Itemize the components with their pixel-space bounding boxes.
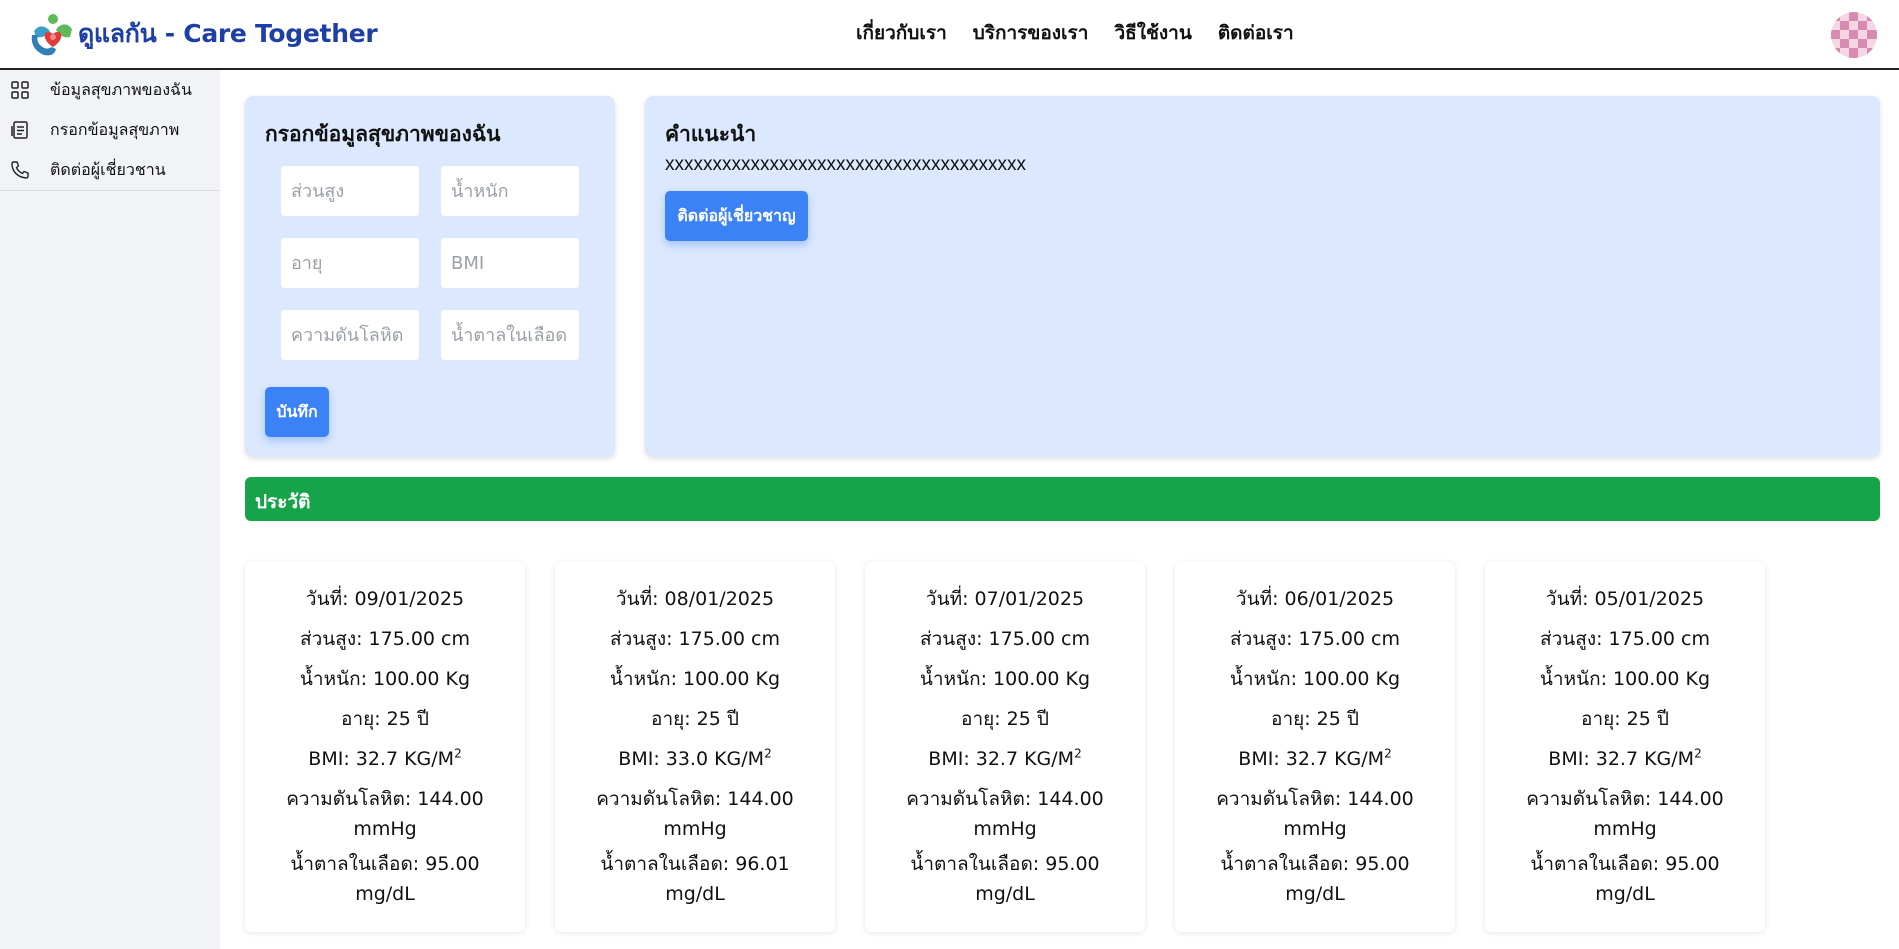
record-blood-pressure: ความดันโลหิต: 144.00 mmHg: [1216, 788, 1414, 840]
record-bmi: BMI: 32.7 KG/M2: [245, 744, 525, 774]
save-button[interactable]: บันทึก: [265, 387, 329, 437]
history-record-card: วันที่: 07/01/2025 ส่วนสูง: 175.00 cm น้…: [865, 562, 1145, 932]
advice-title: คำแนะนำ: [665, 122, 757, 146]
record-height: ส่วนสูง: 175.00 cm: [609, 628, 781, 650]
sidebar-item-label: กรอกข้อมูลสุขภาพ: [50, 119, 180, 139]
bmi-exponent: 2: [1384, 746, 1392, 761]
record-blood-sugar: น้ำตาลในเลือด: 96.01 mg/dL: [600, 853, 790, 905]
sidebar: ข้อมูลสุขภาพของฉัน กรอกข้อมูลสุขภาพ ติดต…: [0, 70, 220, 949]
nav-services[interactable]: บริการของเรา: [973, 18, 1089, 48]
record-blood-sugar: น้ำตาลในเลือด: 95.00 mg/dL: [910, 853, 1100, 905]
history-title: ประวัติ: [255, 491, 311, 513]
record-weight: น้ำหนัก: 100.00 Kg: [1229, 668, 1401, 690]
record-bmi-value: BMI: 32.7 KG/M: [1548, 748, 1695, 770]
history-record-card: วันที่: 05/01/2025 ส่วนสูง: 175.00 cm น้…: [1485, 562, 1765, 932]
record-weight: น้ำหนัก: 100.00 Kg: [919, 668, 1091, 690]
history-record-card: วันที่: 08/01/2025 ส่วนสูง: 175.00 cm น้…: [555, 562, 835, 932]
nav-about[interactable]: เกี่ยวกับเรา: [856, 18, 947, 48]
form-icon: [11, 121, 28, 139]
record-age: อายุ: 25 ปี: [961, 708, 1049, 730]
record-bmi: BMI: 32.7 KG/M2: [865, 744, 1145, 774]
history-record-card: วันที่: 09/01/2025 ส่วนสูง: 175.00 cm น้…: [245, 562, 525, 932]
record-weight: น้ำหนัก: 100.00 Kg: [1539, 668, 1711, 690]
grid-icon: [11, 81, 29, 99]
record-date: วันที่: 05/01/2025: [1545, 588, 1705, 610]
weight-input[interactable]: [441, 166, 579, 216]
sidebar-item-label: ข้อมูลสุขภาพของฉัน: [50, 79, 192, 99]
record-height: ส่วนสูง: 175.00 cm: [919, 628, 1091, 650]
height-input[interactable]: [281, 166, 419, 216]
avatar[interactable]: [1831, 12, 1877, 58]
brand[interactable]: ดูแลกัน - Care Together: [26, 8, 378, 60]
main-nav: เกี่ยวกับเรา บริการของเรา วิธีใช้งาน ติด…: [856, 18, 1294, 48]
bmi-exponent: 2: [1074, 746, 1082, 761]
record-bmi-value: BMI: 32.7 KG/M: [928, 748, 1075, 770]
record-age: อายุ: 25 ปี: [651, 708, 739, 730]
record-blood-pressure: ความดันโลหิต: 144.00 mmHg: [906, 788, 1104, 840]
contact-expert-button[interactable]: ติดต่อผู้เชี่ยวชาญ: [665, 191, 808, 241]
record-blood-sugar: น้ำตาลในเลือด: 95.00 mg/dL: [1220, 853, 1410, 905]
sidebar-item-label: ติดต่อผู้เชี่ยวชาน: [50, 159, 166, 179]
record-bmi: BMI: 32.7 KG/M2: [1485, 744, 1765, 774]
health-form-card: กรอกข้อมูลสุขภาพของฉัน บันทึก: [245, 96, 615, 457]
care-together-logo-icon: [31, 14, 72, 56]
record-height: ส่วนสูง: 175.00 cm: [299, 628, 471, 650]
record-date: วันที่: 08/01/2025: [615, 588, 775, 610]
record-bmi: BMI: 32.7 KG/M2: [1175, 744, 1455, 774]
user-avatar-icon: [1831, 12, 1877, 58]
record-age: อายุ: 25 ปี: [341, 708, 429, 730]
sidebar-list: ข้อมูลสุขภาพของฉัน กรอกข้อมูลสุขภาพ ติดต…: [0, 70, 220, 191]
record-date: วันที่: 07/01/2025: [925, 588, 1085, 610]
history-record-card: วันที่: 06/01/2025 ส่วนสูง: 175.00 cm น้…: [1175, 562, 1455, 932]
record-bmi-value: BMI: 32.7 KG/M: [308, 748, 455, 770]
record-weight: น้ำหนัก: 100.00 Kg: [609, 668, 781, 690]
bmi-exponent: 2: [1694, 746, 1702, 761]
record-blood-pressure: ความดันโลหิต: 144.00 mmHg: [286, 788, 484, 840]
bmi-exponent: 2: [764, 746, 772, 761]
blood-pressure-input[interactable]: [281, 310, 419, 360]
sidebar-item-my-health[interactable]: ข้อมูลสุขภาพของฉัน: [0, 70, 220, 110]
advice-card: คำแนะนำ xxxxxxxxxxxxxxxxxxxxxxxxxxxxxxxx…: [645, 96, 1880, 457]
nav-contact[interactable]: ติดต่อเรา: [1218, 18, 1294, 48]
record-date: วันที่: 09/01/2025: [305, 588, 465, 610]
record-blood-sugar: น้ำตาลในเลือด: 95.00 mg/dL: [1530, 853, 1720, 905]
record-bmi-value: BMI: 32.7 KG/M: [1238, 748, 1385, 770]
record-weight: น้ำหนัก: 100.00 Kg: [299, 668, 471, 690]
record-bmi-value: BMI: 33.0 KG/M: [618, 748, 765, 770]
sidebar-item-contact-expert[interactable]: ติดต่อผู้เชี่ยวชาน: [0, 150, 220, 190]
sidebar-item-enter-health[interactable]: กรอกข้อมูลสุขภาพ: [0, 110, 220, 150]
bmi-exponent: 2: [454, 746, 462, 761]
record-height: ส่วนสูง: 175.00 cm: [1539, 628, 1711, 650]
record-age: อายุ: 25 ปี: [1581, 708, 1669, 730]
record-bmi: BMI: 33.0 KG/M2: [555, 744, 835, 774]
phone-icon: [11, 161, 29, 179]
nav-how-to-use[interactable]: วิธีใช้งาน: [1114, 18, 1191, 48]
record-blood-sugar: น้ำตาลในเลือด: 95.00 mg/dL: [290, 853, 480, 905]
top-header: ดูแลกัน - Care Together เกี่ยวกับเรา บริ…: [0, 0, 1899, 70]
record-date: วันที่: 06/01/2025: [1235, 588, 1395, 610]
age-input[interactable]: [281, 238, 419, 288]
form-title: กรอกข้อมูลสุขภาพของฉัน: [265, 122, 501, 146]
bmi-input[interactable]: [441, 238, 579, 288]
advice-text: xxxxxxxxxxxxxxxxxxxxxxxxxxxxxxxxxxxxxx: [665, 154, 1026, 175]
brand-name: ดูแลกัน - Care Together: [78, 19, 378, 48]
record-blood-pressure: ความดันโลหิต: 144.00 mmHg: [1526, 788, 1724, 840]
record-blood-pressure: ความดันโลหิต: 144.00 mmHg: [596, 788, 794, 840]
blood-sugar-input[interactable]: [441, 310, 579, 360]
history-header: ประวัติ: [245, 477, 1880, 521]
record-height: ส่วนสูง: 175.00 cm: [1229, 628, 1401, 650]
record-age: อายุ: 25 ปี: [1271, 708, 1359, 730]
history-records: วันที่: 09/01/2025 ส่วนสูง: 175.00 cm น้…: [245, 562, 1825, 932]
